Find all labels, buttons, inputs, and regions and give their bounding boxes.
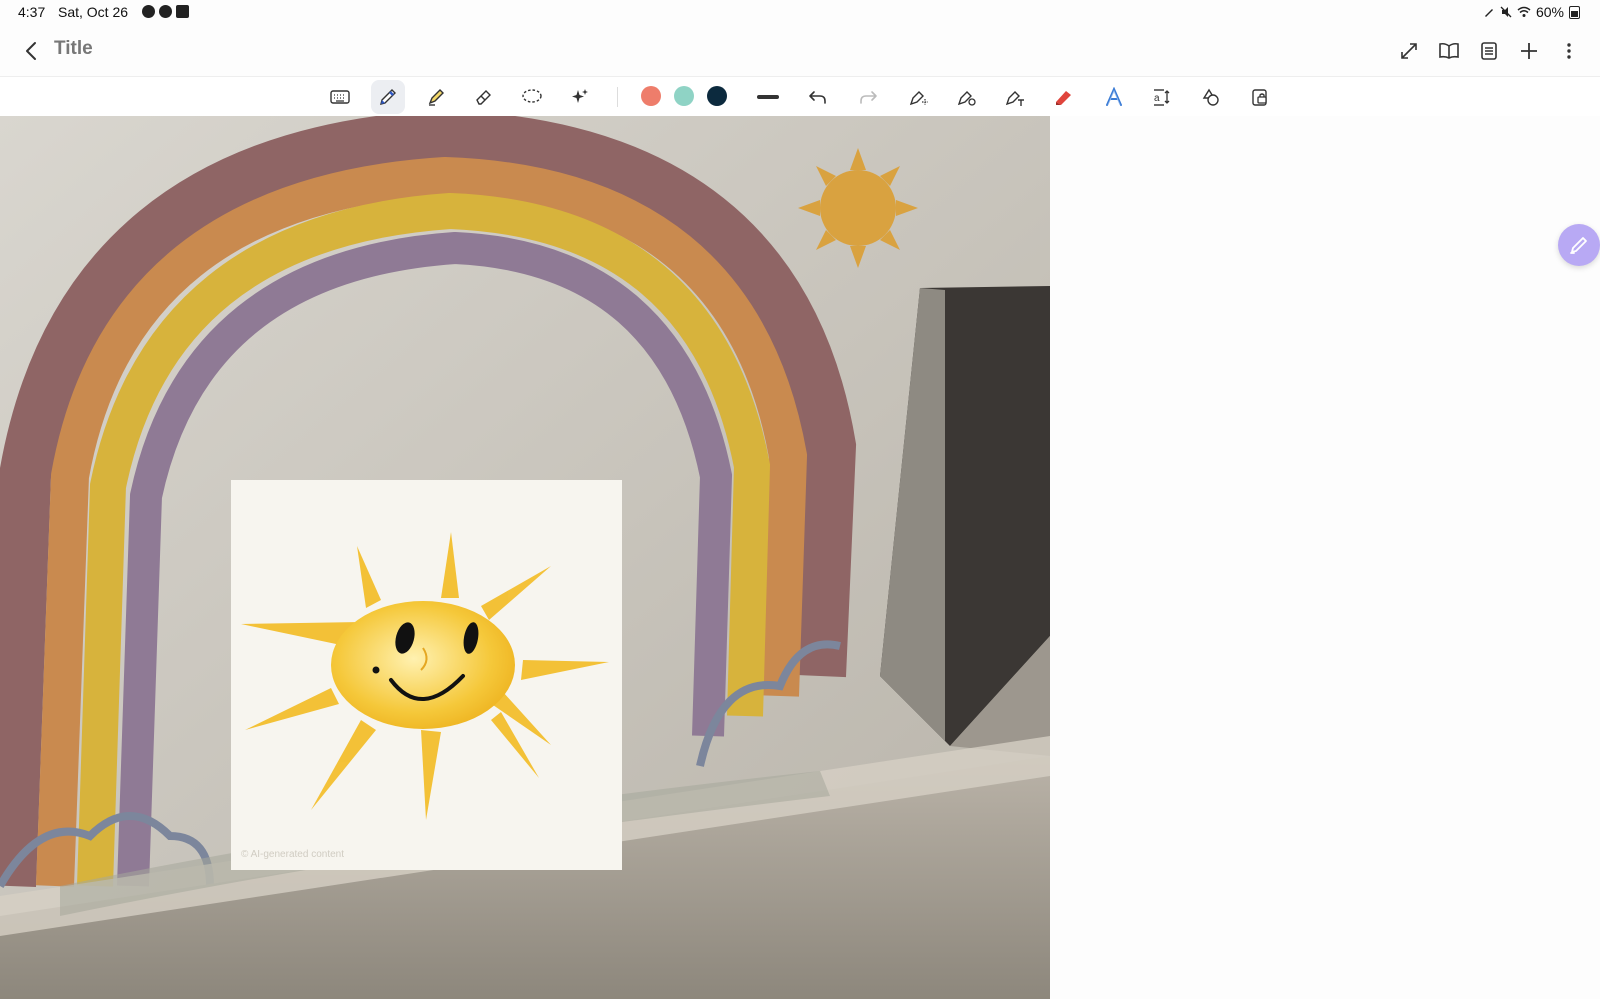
redo-icon [860, 91, 877, 104]
svg-text:a: a [1154, 93, 1160, 104]
pen-connected-icon [1484, 9, 1493, 17]
add-icon [1521, 43, 1537, 59]
battery-icon [1569, 5, 1580, 19]
sparkle-icon [572, 89, 588, 103]
page-list-icon [1481, 42, 1497, 60]
toolbar-divider [617, 87, 618, 107]
floating-pen-button[interactable] [1558, 224, 1600, 266]
mute-icon [1500, 6, 1512, 18]
text-pen-button[interactable] [998, 80, 1032, 114]
book-view-button[interactable] [1432, 34, 1466, 68]
note-title[interactable]: Title [54, 38, 93, 60]
system-status: 60% [1483, 4, 1580, 20]
lock-layer-button[interactable] [1243, 80, 1277, 114]
drawing-toolbar: a [0, 76, 1600, 118]
handwriting-to-text-button[interactable] [1097, 80, 1131, 114]
book-view-icon [1439, 42, 1459, 59]
pen-settings-icon [957, 91, 976, 106]
add-page-button[interactable] [1512, 34, 1546, 68]
redo-button[interactable] [851, 80, 885, 114]
messenger-icon [142, 5, 155, 18]
color-swatch-navy[interactable] [707, 86, 727, 106]
wifi-icon [1517, 6, 1531, 17]
text-format-button[interactable]: a [1145, 80, 1179, 114]
photos-icon [176, 5, 189, 18]
inserted-sun-image[interactable]: © AI-generated content [231, 480, 622, 870]
ai-assist-tool[interactable] [563, 80, 597, 114]
pen-icon [380, 89, 396, 105]
highlighter-tool[interactable] [419, 80, 453, 114]
undo-icon [809, 91, 826, 104]
note-canvas[interactable]: © AI-generated content [0, 116, 1050, 999]
pen-icon [1570, 237, 1587, 254]
pen-tool[interactable] [371, 80, 405, 114]
text-format-icon: a [1154, 89, 1170, 106]
more-button[interactable] [1552, 34, 1586, 68]
note-header: Title [0, 28, 1600, 76]
battery-percent: 60% [1535, 4, 1564, 20]
smiling-sun-illustration [241, 532, 609, 820]
eraser-icon [476, 90, 491, 105]
status-bar: 4:37 Sat, Oct 26 60% [0, 0, 1600, 24]
image-watermark: © AI-generated content [241, 849, 344, 860]
page-list-button[interactable] [1472, 34, 1506, 68]
pen-settings-button[interactable] [950, 80, 984, 114]
pen-shape-icon [909, 91, 928, 106]
shape-pen-button[interactable] [902, 80, 936, 114]
eraser-tool[interactable] [467, 80, 501, 114]
stroke-width-icon [757, 95, 779, 99]
color-swatch-coral[interactable] [641, 86, 661, 106]
header-actions [1392, 34, 1586, 68]
shapes-button[interactable] [1194, 80, 1228, 114]
lasso-tool[interactable] [515, 80, 549, 114]
keyboard-button[interactable] [323, 80, 357, 114]
messenger-icon [159, 5, 172, 18]
lasso-icon [522, 89, 542, 103]
stroke-width-button[interactable] [751, 80, 785, 114]
status-date: Sat, Oct 26 [58, 4, 129, 20]
undo-button[interactable] [801, 80, 835, 114]
blank-page-area[interactable] [1050, 116, 1600, 999]
color-swatch-mint[interactable] [674, 86, 694, 106]
more-icon [1567, 43, 1571, 59]
red-highlighter-icon [1056, 91, 1071, 105]
back-button[interactable] [16, 36, 46, 66]
status-time: 4:37 [18, 4, 46, 20]
highlighter-icon [428, 89, 444, 106]
expand-icon [1401, 43, 1417, 59]
lock-layer-icon [1252, 89, 1267, 106]
text-pen-icon [1005, 91, 1024, 106]
chevron-left-icon [26, 42, 36, 60]
red-highlighter-button[interactable] [1047, 80, 1081, 114]
handwriting-a-icon [1106, 87, 1122, 106]
keyboard-icon [330, 90, 350, 104]
notification-icons [142, 5, 189, 18]
shapes-icon [1202, 88, 1219, 106]
expand-button[interactable] [1392, 34, 1426, 68]
